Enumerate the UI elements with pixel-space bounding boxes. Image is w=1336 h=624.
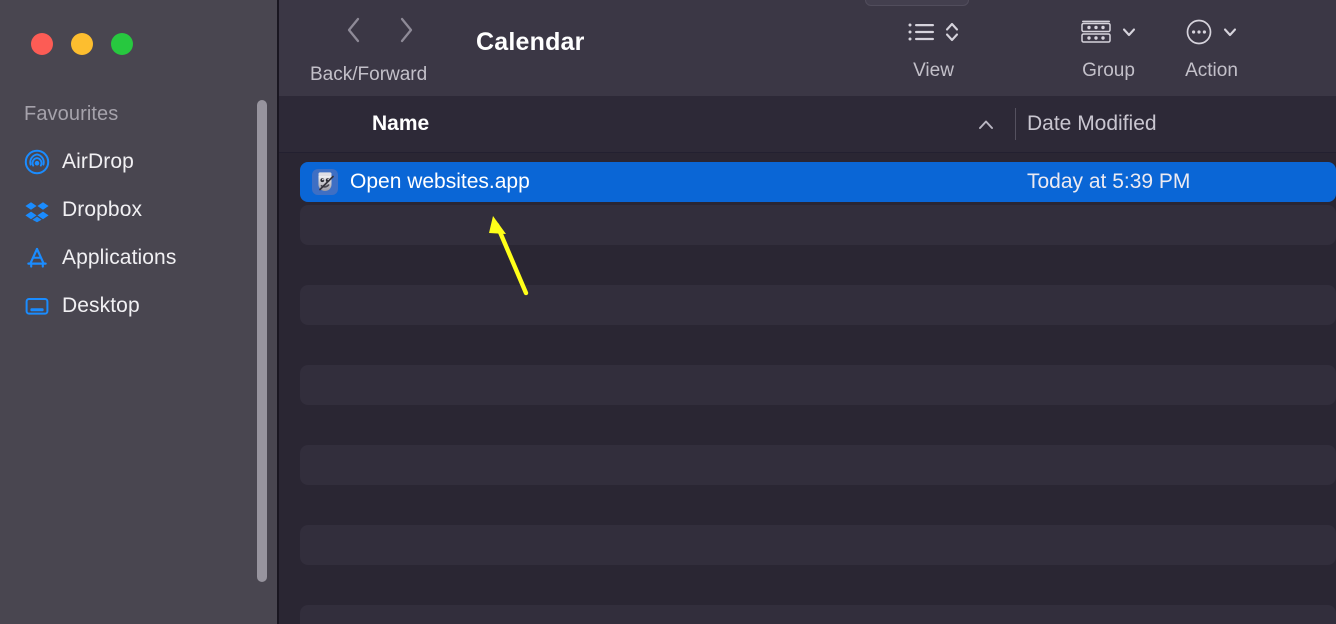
desktop-icon (24, 293, 50, 319)
sidebar-item-dropbox[interactable]: Dropbox (0, 186, 250, 234)
airdrop-icon (24, 149, 50, 175)
column-header-name[interactable]: Name (372, 112, 429, 136)
minimize-button[interactable] (71, 33, 93, 55)
list-view-icon (907, 19, 937, 50)
grid-group-icon (1079, 18, 1113, 51)
action-label: Action (1185, 60, 1238, 81)
content-area: Back/Forward Calendar View Group Action … (279, 0, 1336, 624)
sidebar-item-airdrop[interactable]: AirDrop (0, 138, 250, 186)
column-header-row: Name Date Modified (279, 96, 1336, 153)
list-row-empty (300, 605, 1336, 624)
close-button[interactable] (31, 33, 53, 55)
back-button[interactable] (339, 12, 369, 48)
chevron-down-icon (1221, 23, 1239, 46)
up-down-chevron-icon (944, 19, 960, 50)
forward-button[interactable] (391, 12, 421, 48)
sidebar-item-desktop[interactable]: Desktop (0, 282, 250, 330)
view-label: View (913, 60, 954, 81)
file-list: Open websites.app Today at 5:39 PM (279, 152, 1336, 624)
maximize-button[interactable] (111, 33, 133, 55)
back-forward-label: Back/Forward (310, 64, 428, 85)
list-row-empty (300, 205, 1336, 245)
toolbar: Back/Forward Calendar View Group Action (279, 0, 1336, 96)
group-label: Group (1082, 60, 1135, 81)
list-row-empty (300, 365, 1336, 405)
automator-app-icon (311, 168, 339, 196)
finder-window: Favourites AirDrop Dropbox Applications … (0, 0, 1336, 624)
list-row-empty (300, 285, 1336, 325)
chevron-down-icon (1120, 23, 1138, 46)
sidebar-item-label: Dropbox (62, 198, 143, 221)
sidebar: Favourites AirDrop Dropbox Applications … (0, 0, 277, 624)
column-header-date-modified[interactable]: Date Modified (1027, 112, 1157, 136)
window-controls (31, 33, 133, 55)
list-row-empty (300, 445, 1336, 485)
chevron-up-icon (976, 116, 996, 134)
sidebar-item-label: AirDrop (62, 150, 134, 173)
sidebar-list: AirDrop Dropbox Applications Desktop (0, 138, 250, 330)
applications-icon (24, 245, 50, 271)
file-date-modified-label: Today at 5:39 PM (1027, 170, 1191, 193)
navigation-buttons (339, 12, 421, 48)
sidebar-item-applications[interactable]: Applications (0, 234, 250, 282)
ellipsis-circle-icon (1184, 17, 1214, 52)
page-title: Calendar (476, 28, 585, 56)
sidebar-section-header: Favourites (24, 103, 119, 125)
sidebar-item-label: Desktop (62, 294, 140, 317)
list-row-empty (300, 525, 1336, 565)
group-button[interactable]: Group (1079, 14, 1138, 82)
sidebar-item-label: Applications (62, 246, 177, 269)
action-button[interactable]: Action (1184, 14, 1239, 82)
column-divider[interactable] (1015, 108, 1016, 140)
search-field-partial[interactable] (865, 0, 969, 6)
sidebar-scrollbar[interactable] (257, 100, 267, 582)
table-row[interactable]: Open websites.app Today at 5:39 PM (300, 162, 1336, 202)
file-name-label: Open websites.app (350, 170, 530, 193)
view-button[interactable]: View (907, 14, 960, 82)
dropbox-icon (24, 197, 50, 223)
